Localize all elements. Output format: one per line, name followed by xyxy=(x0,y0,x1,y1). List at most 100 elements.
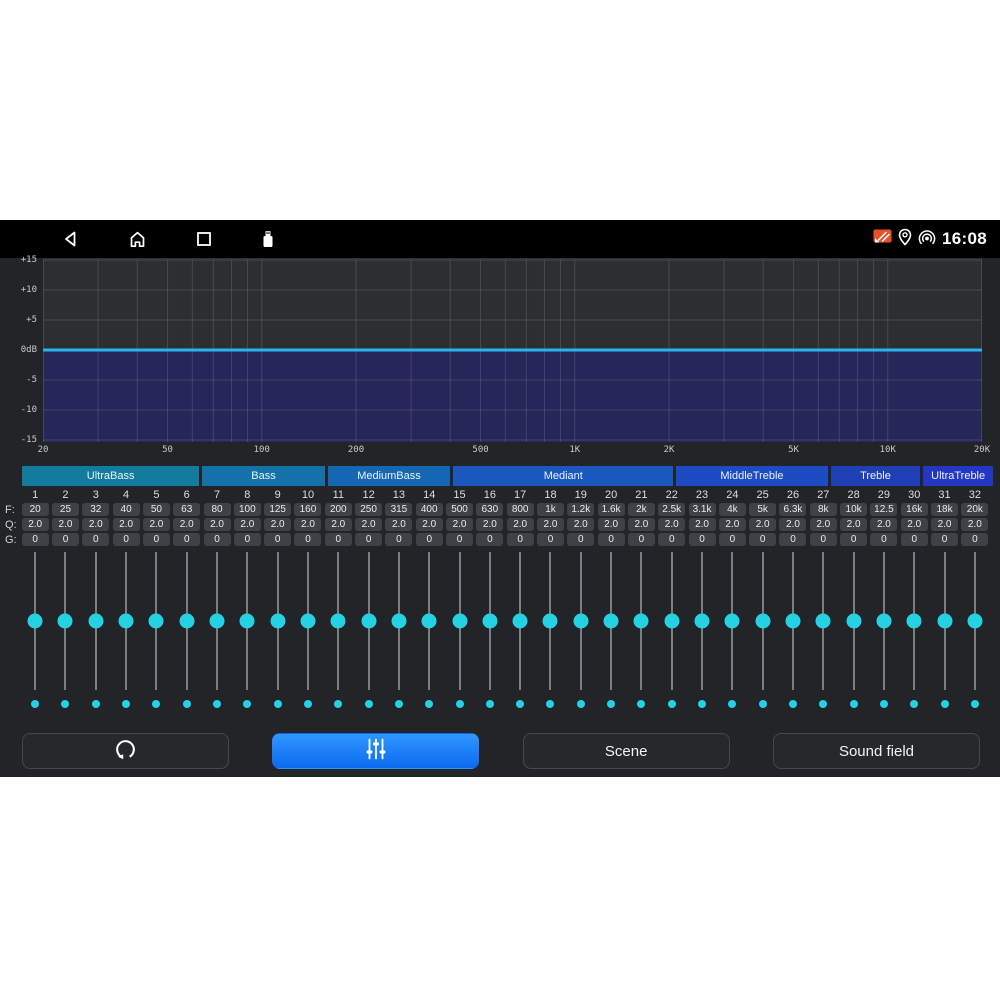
slider-knob[interactable] xyxy=(422,614,437,629)
gain-slider-ch28[interactable] xyxy=(838,552,868,690)
slider-knob[interactable] xyxy=(907,614,922,629)
slider-knob[interactable] xyxy=(725,614,740,629)
slider-track[interactable] xyxy=(307,552,309,690)
gain-slider-ch10[interactable] xyxy=(293,552,323,690)
gain-slider-ch25[interactable] xyxy=(748,552,778,690)
slider-knob[interactable] xyxy=(513,614,528,629)
slider-track[interactable] xyxy=(762,552,764,690)
slider-knob[interactable] xyxy=(58,614,73,629)
slider-track[interactable] xyxy=(610,552,612,690)
gain-slider-ch3[interactable] xyxy=(81,552,111,690)
back-icon[interactable] xyxy=(62,230,80,248)
slider-knob[interactable] xyxy=(816,614,831,629)
gain-slider-ch5[interactable] xyxy=(141,552,171,690)
slider-track[interactable] xyxy=(428,552,430,690)
gain-slider-ch15[interactable] xyxy=(444,552,474,690)
gain-slider-ch30[interactable] xyxy=(899,552,929,690)
slider-track[interactable] xyxy=(216,552,218,690)
slider-knob[interactable] xyxy=(210,614,225,629)
slider-track[interactable] xyxy=(398,552,400,690)
slider-knob[interactable] xyxy=(846,614,861,629)
gain-slider-ch6[interactable] xyxy=(172,552,202,690)
slider-knob[interactable] xyxy=(695,614,710,629)
gain-slider-ch16[interactable] xyxy=(475,552,505,690)
slider-track[interactable] xyxy=(944,552,946,690)
gain-slider-ch32[interactable] xyxy=(960,552,990,690)
usb-device-icon[interactable] xyxy=(261,229,275,249)
slider-knob[interactable] xyxy=(331,614,346,629)
slider-track[interactable] xyxy=(640,552,642,690)
slider-track[interactable] xyxy=(125,552,127,690)
scene-button[interactable]: Scene xyxy=(523,733,730,769)
slider-knob[interactable] xyxy=(149,614,164,629)
slider-track[interactable] xyxy=(277,552,279,690)
slider-track[interactable] xyxy=(519,552,521,690)
slider-track[interactable] xyxy=(883,552,885,690)
gain-slider-ch18[interactable] xyxy=(535,552,565,690)
slider-track[interactable] xyxy=(246,552,248,690)
gain-slider-ch4[interactable] xyxy=(111,552,141,690)
slider-knob[interactable] xyxy=(937,614,952,629)
slider-knob[interactable] xyxy=(604,614,619,629)
gain-slider-ch29[interactable] xyxy=(869,552,899,690)
slider-knob[interactable] xyxy=(240,614,255,629)
slider-knob[interactable] xyxy=(664,614,679,629)
slider-track[interactable] xyxy=(822,552,824,690)
slider-knob[interactable] xyxy=(482,614,497,629)
slider-track[interactable] xyxy=(489,552,491,690)
gain-slider-ch7[interactable] xyxy=(202,552,232,690)
gain-slider-ch9[interactable] xyxy=(263,552,293,690)
slider-track[interactable] xyxy=(580,552,582,690)
slider-knob[interactable] xyxy=(300,614,315,629)
slider-track[interactable] xyxy=(186,552,188,690)
gain-slider-ch12[interactable] xyxy=(353,552,383,690)
gain-slider-ch17[interactable] xyxy=(505,552,535,690)
slider-track[interactable] xyxy=(792,552,794,690)
gain-slider-ch27[interactable] xyxy=(808,552,838,690)
slider-track[interactable] xyxy=(731,552,733,690)
slider-knob[interactable] xyxy=(755,614,770,629)
sound-field-button[interactable]: Sound field xyxy=(773,733,980,769)
slider-knob[interactable] xyxy=(967,614,982,629)
slider-track[interactable] xyxy=(853,552,855,690)
slider-knob[interactable] xyxy=(391,614,406,629)
home-icon[interactable] xyxy=(128,230,147,248)
gain-slider-ch20[interactable] xyxy=(596,552,626,690)
slider-knob[interactable] xyxy=(361,614,376,629)
slider-track[interactable] xyxy=(549,552,551,690)
slider-knob[interactable] xyxy=(179,614,194,629)
equalizer-button[interactable] xyxy=(272,733,479,769)
gain-slider-ch8[interactable] xyxy=(232,552,262,690)
slider-knob[interactable] xyxy=(270,614,285,629)
reset-button[interactable] xyxy=(22,733,229,769)
slider-knob[interactable] xyxy=(634,614,649,629)
slider-track[interactable] xyxy=(155,552,157,690)
slider-track[interactable] xyxy=(459,552,461,690)
gain-slider-ch24[interactable] xyxy=(717,552,747,690)
slider-track[interactable] xyxy=(64,552,66,690)
gain-slider-ch26[interactable] xyxy=(778,552,808,690)
slider-track[interactable] xyxy=(368,552,370,690)
gain-slider-ch11[interactable] xyxy=(323,552,353,690)
slider-knob[interactable] xyxy=(785,614,800,629)
gain-slider-ch21[interactable] xyxy=(626,552,656,690)
gain-slider-ch1[interactable] xyxy=(20,552,50,690)
slider-knob[interactable] xyxy=(876,614,891,629)
gain-slider-ch13[interactable] xyxy=(384,552,414,690)
slider-knob[interactable] xyxy=(28,614,43,629)
gain-slider-ch31[interactable] xyxy=(929,552,959,690)
slider-track[interactable] xyxy=(913,552,915,690)
gain-slider-ch2[interactable] xyxy=(50,552,80,690)
slider-knob[interactable] xyxy=(452,614,467,629)
slider-track[interactable] xyxy=(671,552,673,690)
slider-knob[interactable] xyxy=(543,614,558,629)
slider-knob[interactable] xyxy=(119,614,134,629)
gain-slider-ch23[interactable] xyxy=(687,552,717,690)
slider-knob[interactable] xyxy=(573,614,588,629)
slider-knob[interactable] xyxy=(88,614,103,629)
gain-slider-ch14[interactable] xyxy=(414,552,444,690)
slider-track[interactable] xyxy=(701,552,703,690)
slider-track[interactable] xyxy=(95,552,97,690)
gain-slider-ch19[interactable] xyxy=(566,552,596,690)
slider-track[interactable] xyxy=(974,552,976,690)
